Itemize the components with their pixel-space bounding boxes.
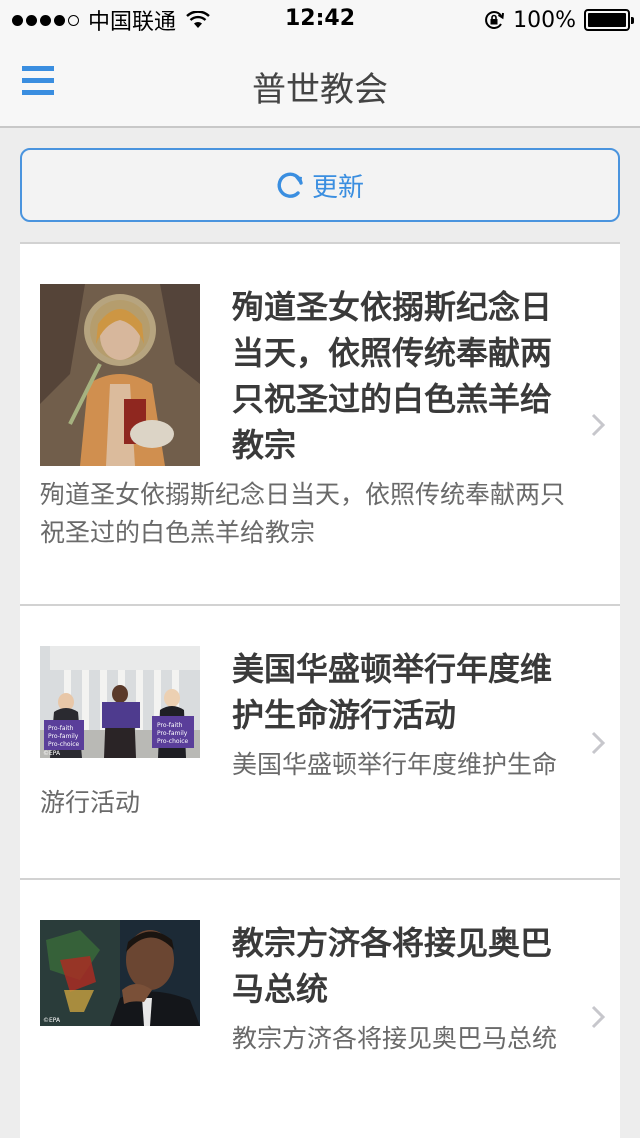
article-thumbnail: ©EPA <box>40 920 200 1026</box>
list-item[interactable]: Pro-faith Pro-family Pro-choice Pro-fait… <box>20 604 620 878</box>
article-thumbnail <box>40 284 200 466</box>
article-summary: 美国华盛顿举行年度维护生命游行活动 <box>40 750 558 817</box>
article-summary: 殉道圣女依搦斯纪念日当天，依照传统奉献两只祝圣过的白色羔羊给教宗 <box>40 480 566 547</box>
refresh-label: 更新 <box>311 172 364 203</box>
nav-bar: 普世教会 <box>0 40 640 128</box>
article-thumbnail: Pro-faith Pro-family Pro-choice Pro-fait… <box>40 646 200 758</box>
chevron-right-icon <box>591 1005 606 1029</box>
sign-text: Pro-choice <box>157 738 189 745</box>
article-summary: 教宗方济各将接见奥巴马总统 <box>232 1024 558 1053</box>
battery-icon <box>584 9 634 31</box>
battery-area: 100% <box>483 6 634 34</box>
refresh-icon <box>277 172 303 198</box>
rotation-lock-icon <box>485 11 505 29</box>
status-bar: 中国联通 12:42 100% <box>0 0 640 40</box>
page-title: 普世教会 <box>252 70 388 110</box>
chevron-right-icon <box>591 731 606 755</box>
sign-text: Pro-family <box>48 733 79 740</box>
refresh-button[interactable]: 更新 <box>20 148 620 222</box>
article-title: 殉道圣女依搦斯纪念日当天，依照传统奉献两只祝圣过的白色羔羊给教宗 <box>232 288 553 464</box>
article-title: 教宗方济各将接见奥巴马总统 <box>232 924 553 1008</box>
article-title: 美国华盛顿举行年度维护生命游行活动 <box>232 650 553 734</box>
sign-text: Pro-faith <box>48 725 74 732</box>
chevron-right-icon <box>591 413 606 437</box>
list-item[interactable]: ©EPA 教宗方济各将接见奥巴马总统 教宗方济各将接见奥巴马总统 <box>20 878 620 1138</box>
battery-percent: 100% <box>513 7 576 33</box>
list-item[interactable]: 殉道圣女依搦斯纪念日当天，依照传统奉献两只祝圣过的白色羔羊给教宗 殉道圣女依搦斯… <box>20 242 620 604</box>
sign-text: Pro-family <box>157 730 188 737</box>
sign-text: Pro-faith <box>157 722 183 729</box>
